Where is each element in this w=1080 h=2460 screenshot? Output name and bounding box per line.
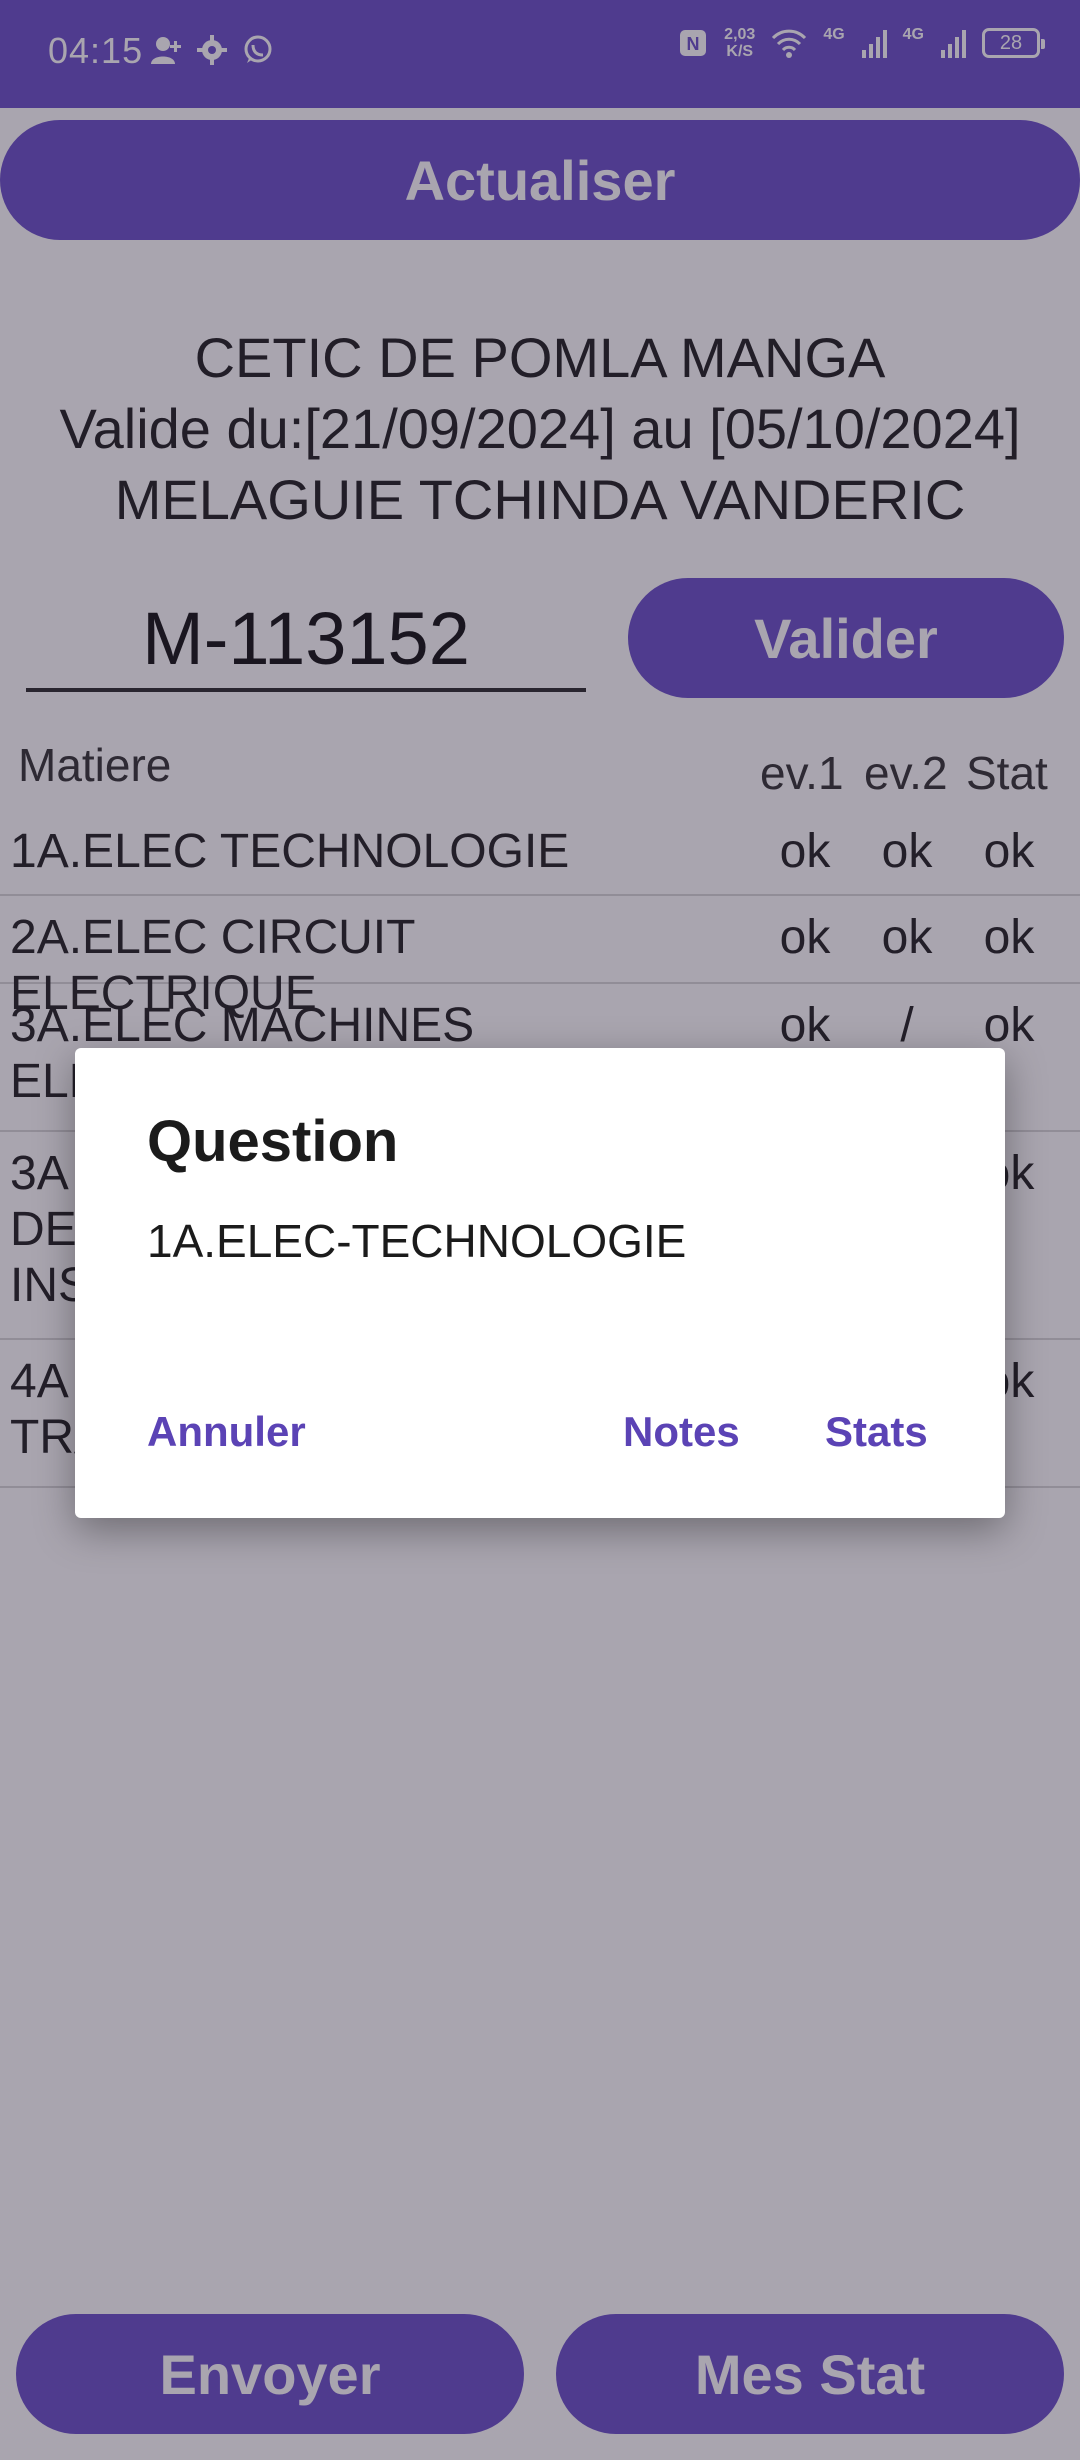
notes-button[interactable]: Notes: [623, 1408, 740, 1456]
dialog-message: 1A.ELEC-TECHNOLOGIE: [147, 1215, 687, 1267]
cancel-button[interactable]: Annuler: [147, 1408, 306, 1456]
app-screen: 04:15 N 2,03 K/S 4G 4G 28 Actualiser CET…: [0, 0, 1080, 2460]
stats-button[interactable]: Stats: [825, 1408, 928, 1456]
dialog-title: Question: [147, 1109, 399, 1174]
question-dialog: Question 1A.ELEC-TECHNOLOGIE Annuler Not…: [75, 1048, 1005, 1518]
